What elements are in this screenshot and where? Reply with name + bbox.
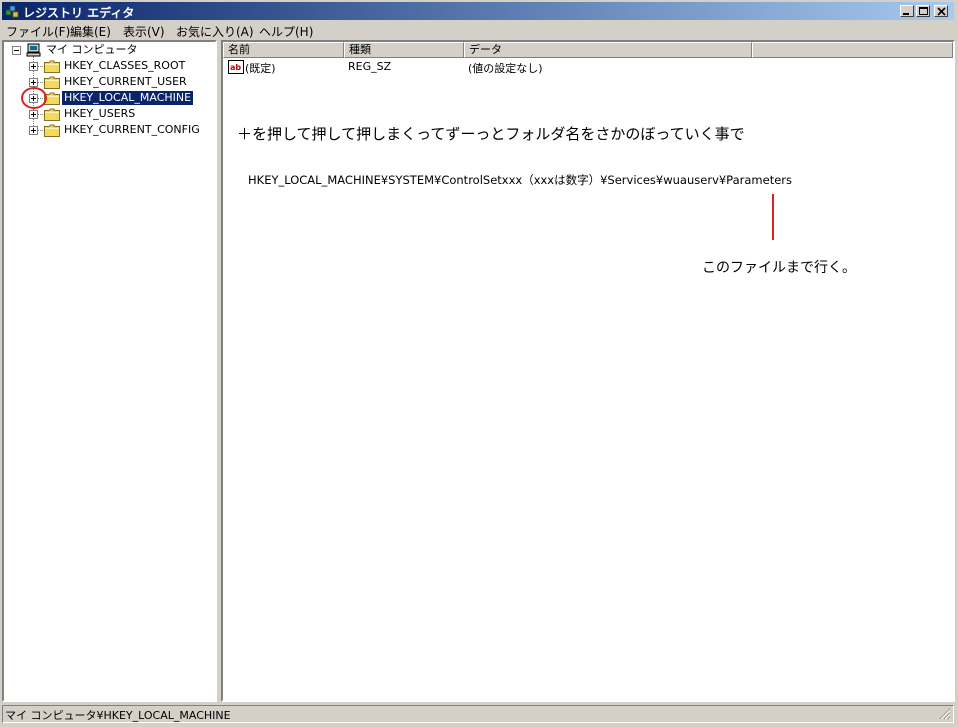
menu-view[interactable]: 表示(V) <box>123 23 165 40</box>
maximize-button[interactable] <box>916 5 930 17</box>
value-list-pane[interactable]: 名前 種類 データ ab (既定) REG_SZ (値の設定なし) ＋を押して押… <box>221 40 955 702</box>
plus-icon <box>31 128 36 133</box>
svg-text:ab: ab <box>230 63 241 72</box>
tree-item-hkey-classes-root[interactable]: HKEY_CLASSES_ROOT <box>62 59 187 73</box>
tree-root-label[interactable]: マイ コンピュータ <box>44 43 140 57</box>
status-text: マイ コンピュータ¥HKEY_LOCAL_MACHINE <box>5 709 231 722</box>
plus-icon <box>31 64 36 69</box>
expand-toggle-hkey-current-config[interactable] <box>29 126 38 135</box>
status-bar: マイ コンピュータ¥HKEY_LOCAL_MACHINE <box>2 705 954 723</box>
instruction-note: ＋を押して押して押しまくってずーっとフォルダ名をさかのぼっていく事で <box>237 125 745 143</box>
tree-item-hkey-current-config[interactable]: HKEY_CURRENT_CONFIG <box>62 123 202 137</box>
minimize-icon <box>903 13 909 15</box>
value-name: (既定) <box>245 62 276 75</box>
column-header-type[interactable]: 種類 <box>344 42 464 58</box>
computer-icon <box>26 43 41 57</box>
menu-help[interactable]: ヘルプ(H) <box>259 23 313 40</box>
expand-toggle-hkey-classes-root[interactable] <box>29 62 38 71</box>
destination-note: このファイルまで行く。 <box>702 260 856 276</box>
menu-bar: ファイル(F) 編集(E) 表示(V) お気に入り(A) ヘルプ(H) <box>2 21 954 39</box>
key-tree-pane[interactable]: マイ コンピュータ HKEY_CLASSES_ROOT HKEY_CURRENT_… <box>2 40 217 702</box>
value-data: (値の設定なし) <box>468 62 543 75</box>
folder-icon <box>44 76 60 89</box>
registry-path-note: HKEY_LOCAL_MACHINE¥SYSTEM¥ControlSetxxx（… <box>248 173 793 187</box>
resize-grip-icon[interactable] <box>939 708 951 720</box>
folder-icon <box>44 60 60 73</box>
close-icon <box>937 7 946 16</box>
plus-icon <box>31 112 36 117</box>
column-header-filler <box>752 42 953 58</box>
menu-favorites[interactable]: お気に入り(A) <box>176 23 254 40</box>
close-button[interactable] <box>934 5 948 17</box>
highlight-circle <box>21 87 47 109</box>
menu-edit[interactable]: 編集(E) <box>70 23 111 40</box>
column-header-data[interactable]: データ <box>464 42 752 58</box>
minimize-button[interactable] <box>900 5 914 17</box>
tree-item-hkey-local-machine[interactable]: HKEY_LOCAL_MACHINE <box>60 90 195 106</box>
maximize-icon <box>919 7 928 15</box>
registry-editor-window: レジストリ エディタ ファイル(F) 編集(E) 表示(V) お気に入り(A) … <box>0 0 958 727</box>
menu-file[interactable]: ファイル(F) <box>6 23 70 40</box>
pointer-line <box>772 194 774 240</box>
tree-item-hkey-users[interactable]: HKEY_USERS <box>62 107 137 121</box>
folder-icon <box>44 108 60 121</box>
value-type: REG_SZ <box>348 60 392 73</box>
tree-item-hkey-current-user[interactable]: HKEY_CURRENT_USER <box>62 75 189 89</box>
collapse-toggle-root[interactable] <box>12 46 21 55</box>
folder-icon <box>44 124 60 137</box>
registry-editor-icon <box>5 5 19 18</box>
plus-icon <box>31 80 36 85</box>
window-title: レジストリ エディタ <box>23 6 135 20</box>
column-header-name[interactable]: 名前 <box>223 42 344 58</box>
title-bar[interactable]: レジストリ エディタ <box>2 2 954 20</box>
minus-icon <box>14 50 19 51</box>
expand-toggle-hkey-current-user[interactable] <box>29 78 38 87</box>
string-value-icon: ab <box>228 60 244 74</box>
expand-toggle-hkey-users[interactable] <box>29 110 38 119</box>
